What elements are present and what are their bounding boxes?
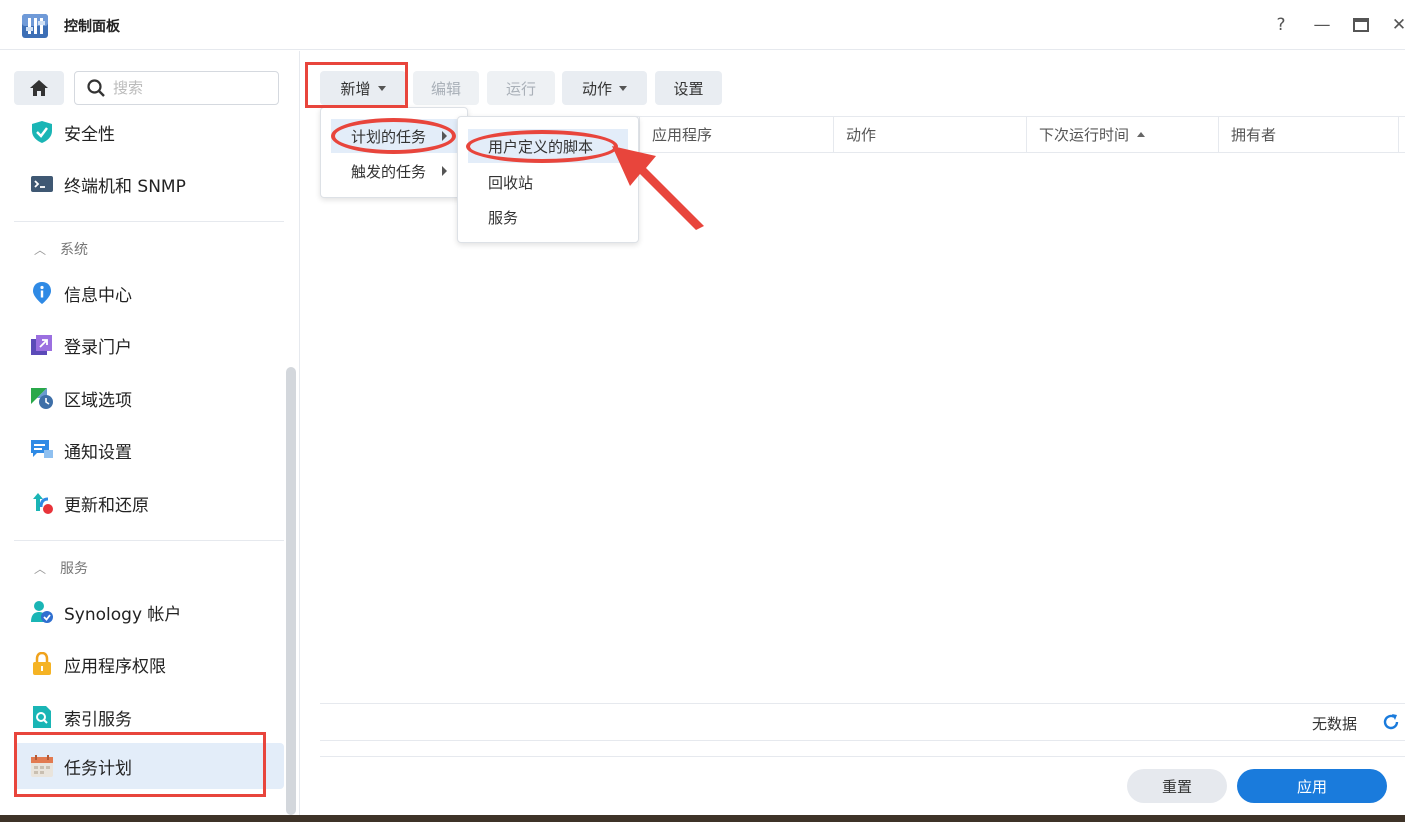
no-data-label: 无数据	[1311, 715, 1357, 733]
menu-item-label: 回收站	[488, 173, 534, 192]
divider	[14, 540, 284, 541]
annotation-box-task-scheduler	[14, 732, 266, 797]
chevron-up-icon: ︿	[34, 561, 47, 576]
shield-check-icon	[32, 121, 52, 143]
action-button[interactable]: 动作	[562, 71, 647, 105]
edit-button[interactable]: 编辑	[413, 71, 479, 105]
maximize-button[interactable]	[1350, 14, 1372, 36]
chevron-up-icon: ︿	[34, 242, 47, 257]
menu-item-label: 触发的任务	[351, 162, 427, 181]
close-button[interactable]: ✕	[1388, 14, 1405, 36]
column-header-label: 应用程序	[652, 126, 713, 144]
column-header-owner[interactable]: 拥有者	[1218, 117, 1398, 152]
section-services[interactable]: ︿ 服务	[34, 558, 88, 578]
annotation-ellipse-user-script	[466, 130, 618, 163]
sidebar-item-notification[interactable]: 通知设置	[14, 427, 284, 473]
section-system[interactable]: ︿ 系统	[34, 239, 88, 259]
sidebar-item-login-portal[interactable]: 登录门户	[14, 322, 284, 368]
column-header-label: 动作	[846, 126, 877, 144]
sidebar-item-label: 安全性	[64, 124, 115, 145]
sidebar-item-label: 终端机和 SNMP	[64, 176, 186, 197]
update-restore-icon	[33, 493, 53, 514]
column-header-label: 下次运行时间	[1039, 126, 1130, 144]
sidebar-item-security[interactable]: 安全性	[14, 109, 284, 155]
sidebar-scrollbar[interactable]	[286, 367, 296, 815]
sidebar-item-info-center[interactable]: 信息中心	[14, 270, 284, 316]
divider	[14, 221, 284, 222]
search-input[interactable]	[113, 79, 263, 97]
sidebar-item-synology-account[interactable]: Synology 帐户	[14, 589, 284, 635]
sidebar-item-label: 应用程序权限	[64, 656, 166, 677]
apply-button[interactable]: 应用	[1237, 769, 1387, 803]
sidebar-item-label: 区域选项	[64, 390, 132, 411]
annotation-box-create	[305, 62, 408, 108]
help-button[interactable]: ?	[1270, 14, 1292, 36]
home-icon	[30, 80, 48, 96]
control-panel-window: 控制面板 ? — ✕ 安全性 终端机和 SNMP ︿ 系统	[0, 0, 1405, 815]
sidebar-item-label: 更新和还原	[64, 495, 149, 516]
edit-button-label: 编辑	[430, 79, 461, 98]
sidebar-item-label: 索引服务	[64, 709, 132, 730]
sidebar-item-label: Synology 帐户	[64, 604, 182, 625]
window-title: 控制面板	[64, 19, 120, 35]
column-header-next-run[interactable]: 下次运行时间	[1026, 117, 1218, 152]
annotation-ellipse-scheduled-task	[331, 118, 456, 154]
column-header-application[interactable]: 应用程序	[639, 117, 833, 152]
maximize-icon	[1353, 18, 1369, 32]
refresh-icon[interactable]	[1381, 712, 1401, 732]
sort-asc-icon	[1137, 132, 1146, 137]
title-bar: 控制面板 ? — ✕	[0, 0, 1405, 50]
sidebar-item-update-restore[interactable]: 更新和还原	[14, 480, 284, 526]
section-title-label: 系统	[60, 242, 89, 258]
menu-item-triggered-task[interactable]: 触发的任务	[331, 154, 457, 188]
notification-chat-icon	[31, 440, 53, 458]
run-button[interactable]: 运行	[487, 71, 555, 105]
terminal-icon	[31, 176, 53, 192]
caret-down-icon	[619, 85, 627, 91]
index-search-icon	[33, 706, 51, 728]
lock-icon	[33, 652, 51, 675]
login-portal-icon	[31, 335, 52, 355]
action-button-label: 动作	[581, 79, 612, 98]
menu-item-recycle-bin[interactable]: 回收站	[468, 165, 628, 199]
sidebar-item-label: 登录门户	[64, 337, 132, 358]
reset-button[interactable]: 重置	[1127, 769, 1227, 803]
sidebar-item-regional-options[interactable]: 区域选项	[14, 375, 284, 421]
run-button-label: 运行	[505, 79, 536, 98]
minimize-button[interactable]: —	[1311, 14, 1333, 36]
sidebar: 安全性 终端机和 SNMP ︿ 系统 信息中心 登录门户 区域选项 通知设置	[0, 51, 300, 815]
column-header-extra	[1398, 117, 1405, 152]
info-pin-icon	[33, 282, 51, 304]
settings-button-label: 设置	[673, 79, 704, 98]
sidebar-item-label: 通知设置	[64, 442, 132, 463]
column-header-action[interactable]: 动作	[833, 117, 1026, 152]
sidebar-item-terminal-snmp[interactable]: 终端机和 SNMP	[14, 161, 284, 207]
search-box[interactable]	[74, 71, 279, 105]
settings-button[interactable]: 设置	[655, 71, 722, 105]
search-icon	[87, 79, 105, 97]
user-account-icon	[31, 601, 53, 623]
menu-item-service[interactable]: 服务	[468, 200, 628, 234]
control-panel-app-icon	[22, 14, 48, 38]
status-bar: 无数据	[320, 703, 1405, 741]
sidebar-item-app-privileges[interactable]: 应用程序权限	[14, 641, 284, 687]
footer-divider	[320, 756, 1405, 757]
home-button[interactable]	[14, 71, 64, 105]
submenu-arrow-icon	[442, 166, 447, 176]
menu-item-label: 服务	[488, 208, 519, 227]
desktop-background-strip	[0, 815, 1405, 822]
column-header-label: 拥有者	[1231, 126, 1277, 144]
sidebar-item-label: 信息中心	[64, 285, 132, 306]
regional-clock-icon	[31, 388, 53, 409]
section-title-label: 服务	[60, 561, 89, 577]
